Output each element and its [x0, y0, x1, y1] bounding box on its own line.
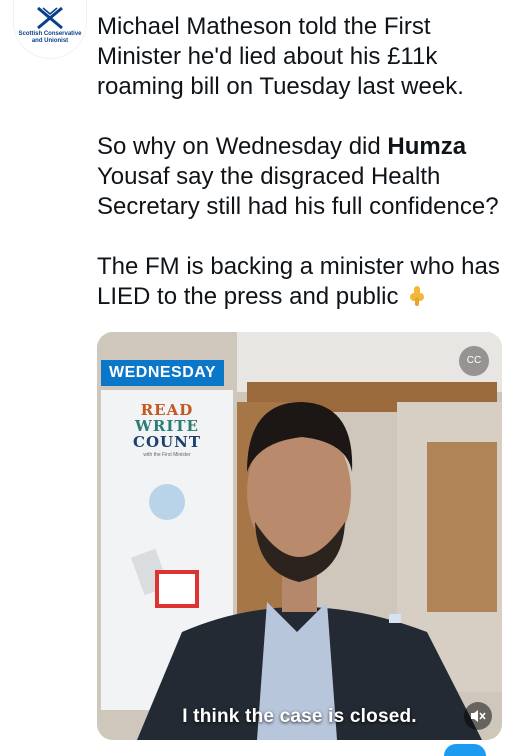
speaker-muted-icon — [471, 710, 486, 722]
pointing-down-hand-icon — [409, 286, 424, 306]
author-avatar[interactable]: Scottish Conservative and Unionist — [14, 0, 86, 58]
video-caption: I think the case is closed. — [182, 706, 417, 727]
tweet-p2-post: Yousaf say the disgraced Health Secretar… — [97, 163, 499, 220]
tweet-text: Michael Matheson told the First Minister… — [97, 12, 512, 312]
tweet-p2-pre: So why on Wednesday did — [97, 133, 388, 160]
tweet-paragraph-3: The FM is backing a minister who has LIE… — [97, 252, 512, 312]
saltire-logo-icon — [37, 6, 63, 30]
captions-icon: CC — [466, 355, 482, 366]
day-badge: WEDNESDAY — [101, 360, 225, 386]
tweet-paragraph-2: So why on Wednesday did Humza Yousaf say… — [97, 132, 512, 222]
read-write-count-banner: READ WRITE COUNT with the First Minister — [101, 390, 233, 710]
tweet-mention-humza[interactable]: Humza — [387, 133, 466, 160]
banner-subtitle: with the First Minister — [143, 452, 191, 458]
logo-text-line2: and Unionist — [31, 38, 69, 44]
logo-text-line1: Scottish Conservative — [18, 31, 82, 37]
tweet-p3-text: The FM is backing a minister who has LIE… — [97, 253, 500, 310]
unmute-button[interactable] — [464, 702, 492, 730]
video-player[interactable]: WEDNESDAY READ WRITE COUNT with the Firs… — [97, 332, 502, 740]
tweet-paragraph-1: Michael Matheson told the First Minister… — [97, 13, 464, 100]
banner-count-text: COUNT — [133, 433, 201, 451]
banner-read-text: READ — [140, 401, 194, 419]
floating-action-button[interactable] — [444, 744, 486, 756]
captions-toggle-button[interactable]: CC — [459, 346, 489, 376]
banner-write-text: WRITE — [135, 417, 199, 435]
